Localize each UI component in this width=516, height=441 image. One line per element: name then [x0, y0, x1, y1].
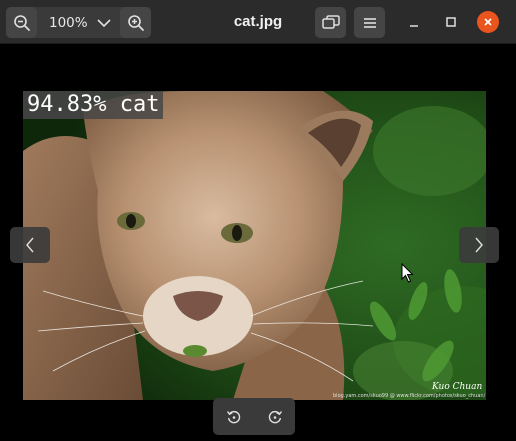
chevron-down-icon	[97, 18, 111, 27]
zoom-level-value: 100%	[49, 14, 88, 31]
rotate-right-button[interactable]	[260, 402, 290, 432]
zoom-out-button[interactable]	[6, 7, 37, 38]
next-image-button[interactable]	[459, 227, 499, 263]
close-button[interactable]	[477, 11, 499, 33]
photographer-signature: Kuo Chuan	[432, 382, 483, 392]
chevron-left-icon	[26, 237, 34, 253]
hamburger-menu-icon	[363, 17, 376, 28]
close-icon	[484, 18, 492, 26]
rotate-left-icon	[226, 410, 240, 423]
image-viewer-window: 100% cat.jpg 94.83% cat Kuo Chuan blog.y…	[0, 0, 516, 441]
rotate-left-button[interactable]	[219, 402, 249, 432]
zoom-out-icon	[13, 14, 30, 31]
main-menu-button[interactable]	[354, 7, 385, 38]
minimize-button[interactable]	[403, 11, 425, 33]
gallery-button[interactable]	[315, 7, 346, 38]
maximize-icon	[446, 17, 456, 27]
zoom-in-icon	[127, 14, 144, 31]
photo-credit: blog.yam.com/skuo99 @ www.flickr.com/pho…	[333, 393, 486, 399]
rotate-controls	[213, 398, 295, 435]
zoom-control: 100%	[6, 7, 151, 38]
displayed-image	[23, 91, 486, 400]
window-title: cat.jpg	[233, 13, 283, 30]
prediction-label: 94.83% cat	[23, 91, 164, 119]
header-bar: 100% cat.jpg	[0, 0, 516, 44]
zoom-level-dropdown[interactable]: 100%	[37, 7, 120, 38]
chevron-right-icon	[475, 237, 483, 253]
zoom-in-button[interactable]	[120, 7, 151, 38]
gallery-icon	[321, 14, 340, 29]
maximize-button[interactable]	[440, 11, 462, 33]
mouse-pointer-icon	[401, 262, 415, 287]
rotate-right-icon	[268, 410, 282, 423]
minimize-icon	[410, 25, 418, 27]
previous-image-button[interactable]	[10, 227, 50, 263]
cougar-photo	[23, 91, 486, 400]
